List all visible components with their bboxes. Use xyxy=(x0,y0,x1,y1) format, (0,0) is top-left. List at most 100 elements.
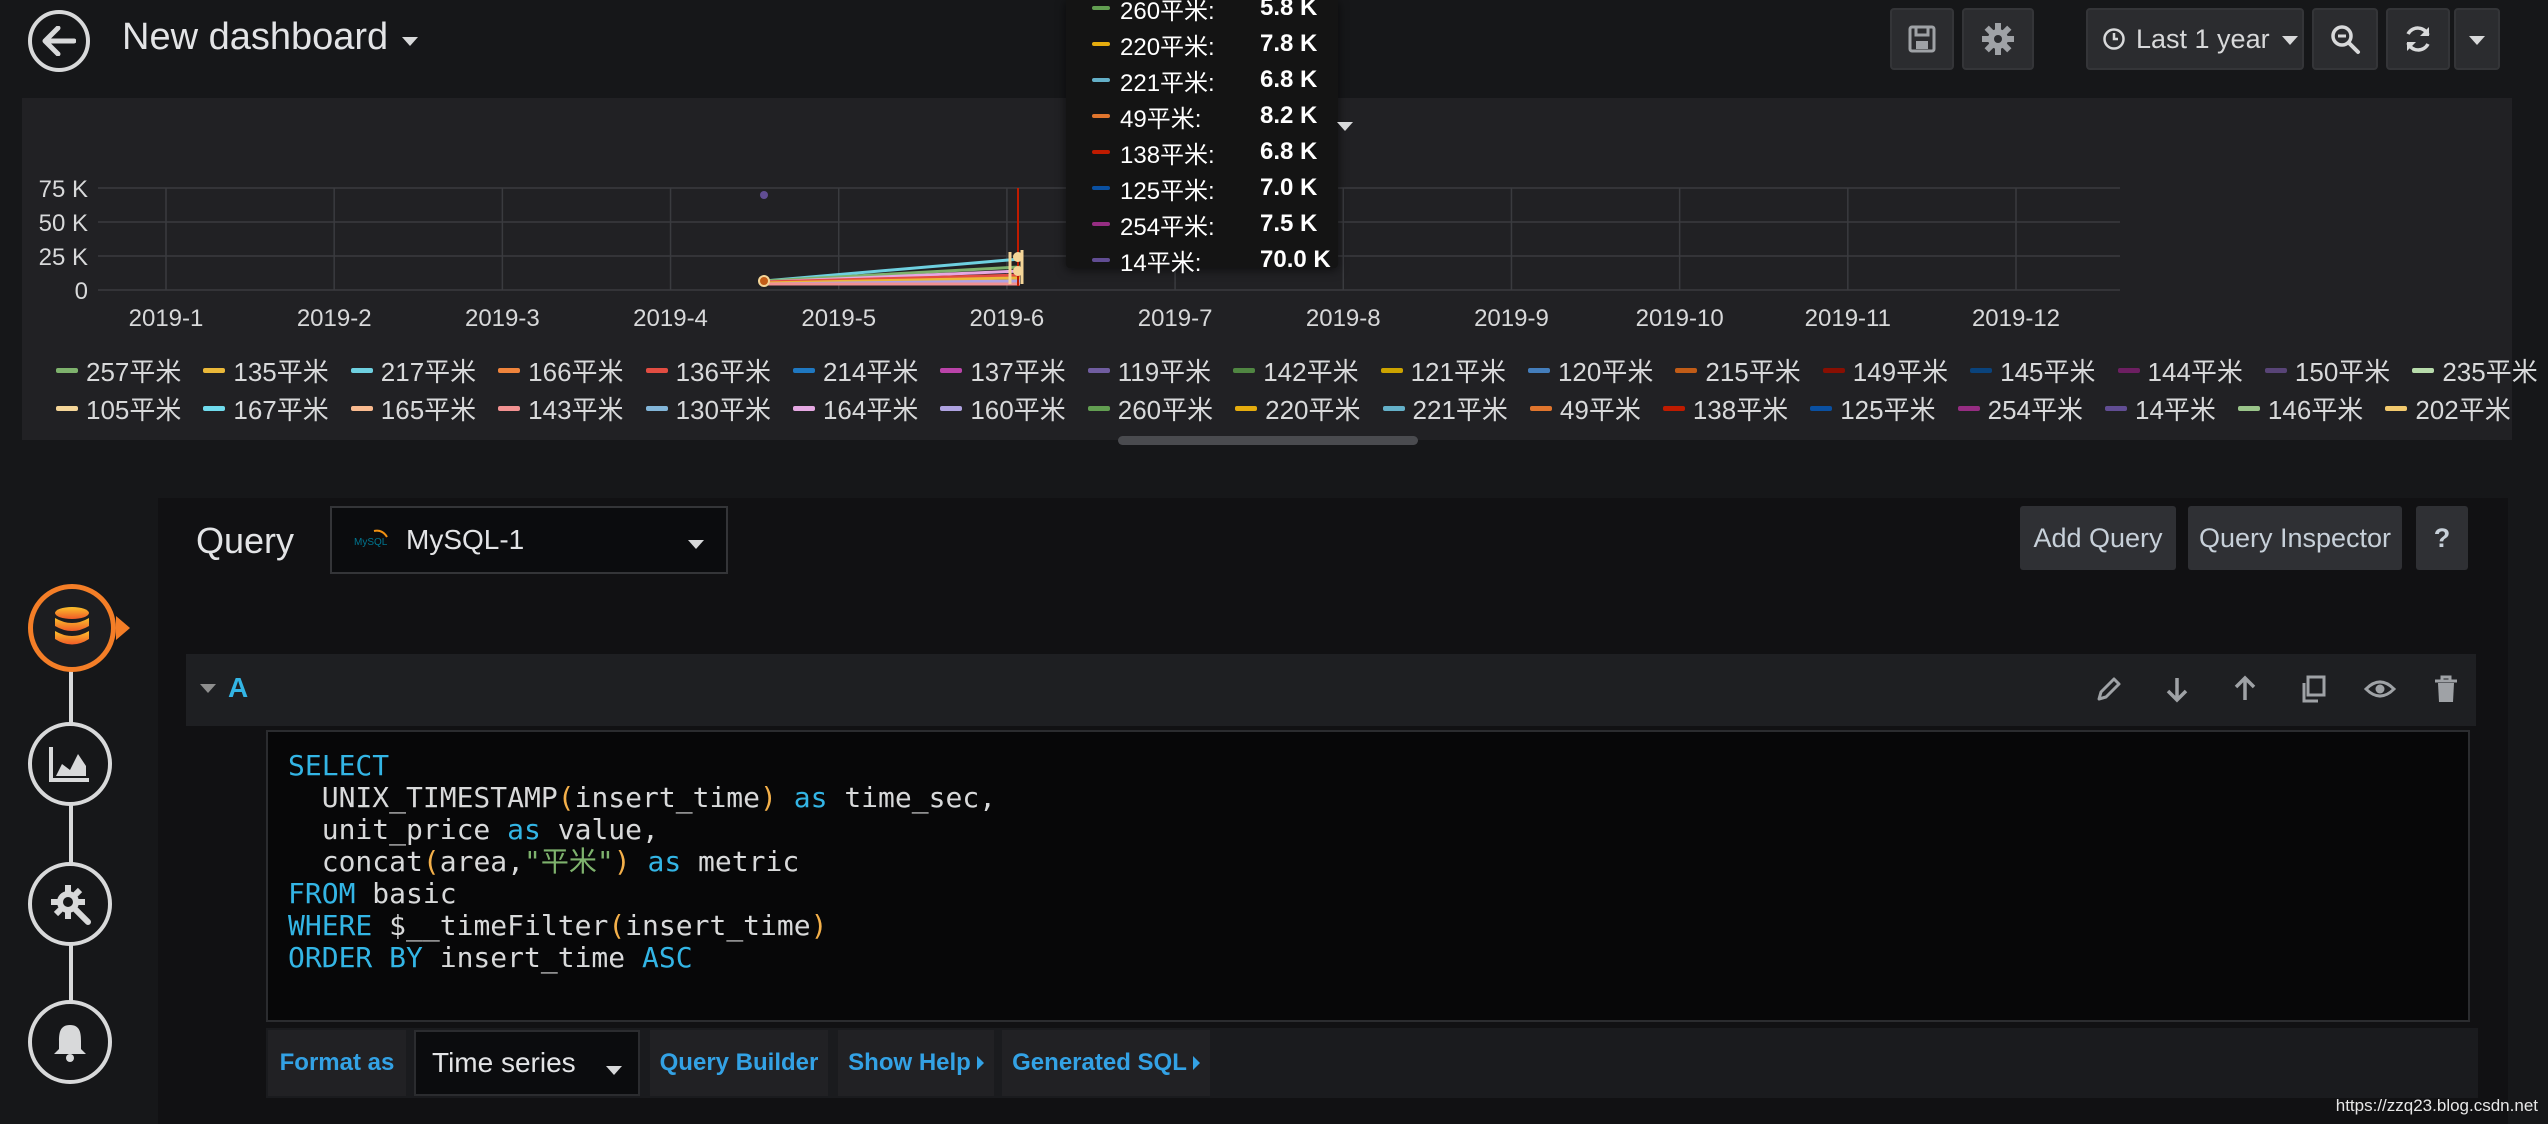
tooltip-row: 14平米: 70.0 K xyxy=(1066,242,1338,278)
legend-item[interactable]: 149平米 xyxy=(1822,352,1948,389)
tooltip-series-name: 260平米: xyxy=(1120,0,1215,25)
legend-item[interactable]: 142平米 xyxy=(1233,352,1359,389)
legend-item[interactable]: 214平米 xyxy=(792,352,919,389)
generated-sql-label: Generated SQL xyxy=(1012,1049,1187,1076)
legend-item[interactable]: 221平米 xyxy=(1382,390,1508,427)
nav-queries[interactable] xyxy=(28,584,116,672)
legend-item[interactable]: 235平米 xyxy=(2412,352,2538,389)
legend-item[interactable]: 215平米 xyxy=(1675,352,1801,389)
legend-swatch xyxy=(498,406,521,411)
legend-item[interactable]: 254平米 xyxy=(1957,390,2083,427)
legend-item[interactable]: 165平米 xyxy=(350,390,476,427)
duplicate-query-button[interactable] xyxy=(2298,674,2328,709)
help-button[interactable]: ? xyxy=(2416,506,2468,570)
legend-item[interactable]: 202平米 xyxy=(2385,390,2511,427)
query-inspector-button[interactable]: Query Inspector xyxy=(2188,506,2402,570)
move-down-button[interactable] xyxy=(2162,674,2192,709)
tooltip-series-name: 220平米: xyxy=(1120,33,1215,61)
toggle-visibility-button[interactable] xyxy=(2363,674,2397,709)
collapse-caret-icon[interactable] xyxy=(200,684,216,693)
sql-editor[interactable]: SELECT UNIX_TIMESTAMP(insert_time) as ti… xyxy=(266,730,2470,1022)
legend-item[interactable]: 137平米 xyxy=(940,352,1066,389)
legend-swatch xyxy=(792,406,815,411)
settings-button[interactable] xyxy=(1962,8,2034,70)
chevron-down-icon xyxy=(1337,122,1353,131)
tooltip-series-value: 8.2 K xyxy=(1260,102,1318,129)
show-help-label: Show Help xyxy=(848,1049,971,1076)
legend-item[interactable]: 144平米 xyxy=(2117,352,2243,389)
format-as-label: Format as xyxy=(268,1030,406,1096)
dashboard-title-text: New dashboard xyxy=(122,16,389,58)
nav-alert[interactable] xyxy=(28,1000,112,1084)
legend-item[interactable]: 121平米 xyxy=(1380,352,1506,389)
generated-sql-toggle[interactable]: Generated SQL xyxy=(1002,1030,1210,1096)
refresh-button[interactable] xyxy=(2386,8,2450,70)
legend-swatch xyxy=(1527,368,1550,373)
legend-swatch xyxy=(1970,368,1993,373)
legend-item[interactable]: 136平米 xyxy=(645,352,771,389)
horizontal-scrollbar[interactable] xyxy=(1118,436,1418,445)
legend-item[interactable]: 49平米 xyxy=(1529,390,1641,427)
move-up-button[interactable] xyxy=(2230,674,2260,709)
legend-item[interactable]: 166平米 xyxy=(498,352,624,389)
legend-item[interactable]: 130平米 xyxy=(645,390,771,427)
tooltip-swatch xyxy=(1092,258,1110,262)
query-ref-id[interactable]: A xyxy=(228,672,248,704)
format-select[interactable]: Time series xyxy=(414,1030,640,1096)
sql-token: as xyxy=(793,781,828,814)
legend-label: 214平米 xyxy=(822,357,919,387)
legend-item[interactable]: 145平米 xyxy=(1970,352,2096,389)
y-tick-label: 50 K xyxy=(39,210,88,237)
save-dashboard-button[interactable] xyxy=(1890,8,1954,70)
legend-label: 135平米 xyxy=(233,357,329,387)
legend-item[interactable]: 146平米 xyxy=(2237,390,2363,427)
legend-swatch xyxy=(1810,406,1833,411)
legend-item[interactable]: 105平米 xyxy=(56,390,181,427)
query-builder-button[interactable]: Query Builder xyxy=(650,1030,828,1096)
copy-icon xyxy=(2302,675,2326,703)
tooltip-row: 220平米: 7.8 K xyxy=(1066,26,1338,62)
legend-item[interactable]: 260平米 xyxy=(1087,390,1213,427)
legend-label: 150平米 xyxy=(2294,357,2391,387)
legend-item[interactable]: 125平米 xyxy=(1810,390,1936,427)
legend-item[interactable]: 143平米 xyxy=(498,390,624,427)
y-tick-label: 25 K xyxy=(39,244,88,271)
zoom-out-button[interactable] xyxy=(2312,8,2378,70)
sql-token: as xyxy=(507,813,541,846)
legend-item[interactable]: 164平米 xyxy=(792,390,919,427)
legend-item[interactable]: 257平米 xyxy=(56,352,181,389)
tooltip-series-name: 14平米: xyxy=(1120,249,1202,277)
legend-label: 164平米 xyxy=(822,395,919,425)
legend-item[interactable]: 150平米 xyxy=(2264,352,2391,389)
tooltip-row: 138平米: 6.8 K xyxy=(1066,134,1338,170)
legend-item[interactable]: 138平米 xyxy=(1662,390,1788,427)
legend-item[interactable]: 167平米 xyxy=(203,390,329,427)
legend-item[interactable]: 120平米 xyxy=(1527,352,1653,389)
tooltip-row: 260平米: 5.8 K xyxy=(1066,0,1338,26)
legend-item[interactable]: 220平米 xyxy=(1235,390,1361,427)
x-tick-label: 2019-3 xyxy=(465,305,540,332)
sql-token: metric xyxy=(681,845,800,878)
edit-query-button[interactable] xyxy=(2094,674,2124,709)
remove-query-button[interactable] xyxy=(2432,674,2460,709)
data-point xyxy=(758,275,770,287)
time-range-picker[interactable]: Last 1 year xyxy=(2086,8,2304,70)
legend-item[interactable]: 135平米 xyxy=(203,352,329,389)
legend-label: 119平米 xyxy=(1117,357,1212,387)
nav-visualization[interactable] xyxy=(28,722,112,806)
graph-tooltip: 260平米: 5.8 K 220平米: 7.8 K 221平米: 6.8 K 49平米: 8.… xyxy=(1066,0,1338,277)
show-help-toggle[interactable]: Show Help xyxy=(838,1030,994,1096)
dashboard-title[interactable]: New dashboard xyxy=(122,16,419,59)
chevron-down-icon xyxy=(402,37,419,46)
nav-general-settings[interactable] xyxy=(28,862,112,946)
tooltip-series-value: 70.0 K xyxy=(1260,246,1331,273)
legend-item[interactable]: 160平米 xyxy=(940,390,1066,427)
chevron-down-icon xyxy=(2281,35,2298,45)
refresh-interval-dropdown[interactable] xyxy=(2454,8,2500,70)
datasource-picker[interactable]: MySQL MySQL-1 xyxy=(330,506,728,574)
back-button[interactable] xyxy=(28,10,90,72)
legend-item[interactable]: 119平米 xyxy=(1087,352,1212,389)
legend-item[interactable]: 217平米 xyxy=(350,352,476,389)
legend-item[interactable]: 14平米 xyxy=(2105,390,2216,427)
add-query-button[interactable]: Add Query xyxy=(2020,506,2176,570)
